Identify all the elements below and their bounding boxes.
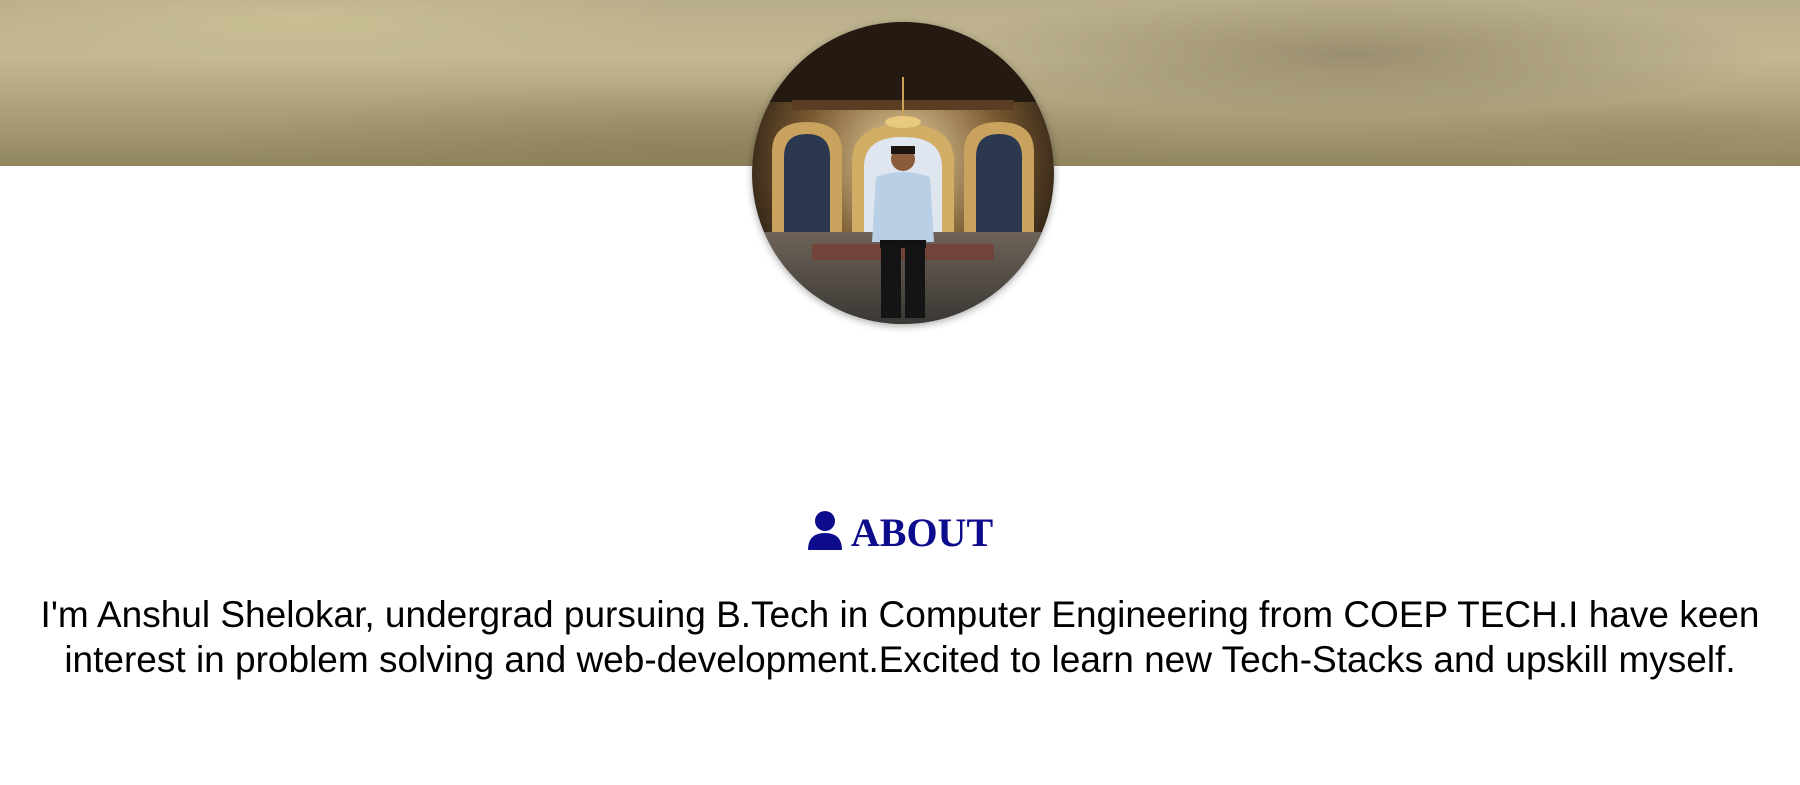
about-heading: ABOUT [0, 505, 1800, 565]
profile-photo-illustration [752, 22, 1054, 324]
profile-photo [752, 22, 1054, 324]
user-icon [807, 509, 843, 565]
about-description: I'm Anshul Shelokar, undergrad pursuing … [40, 594, 1760, 680]
about-heading-text: ABOUT [850, 510, 994, 555]
